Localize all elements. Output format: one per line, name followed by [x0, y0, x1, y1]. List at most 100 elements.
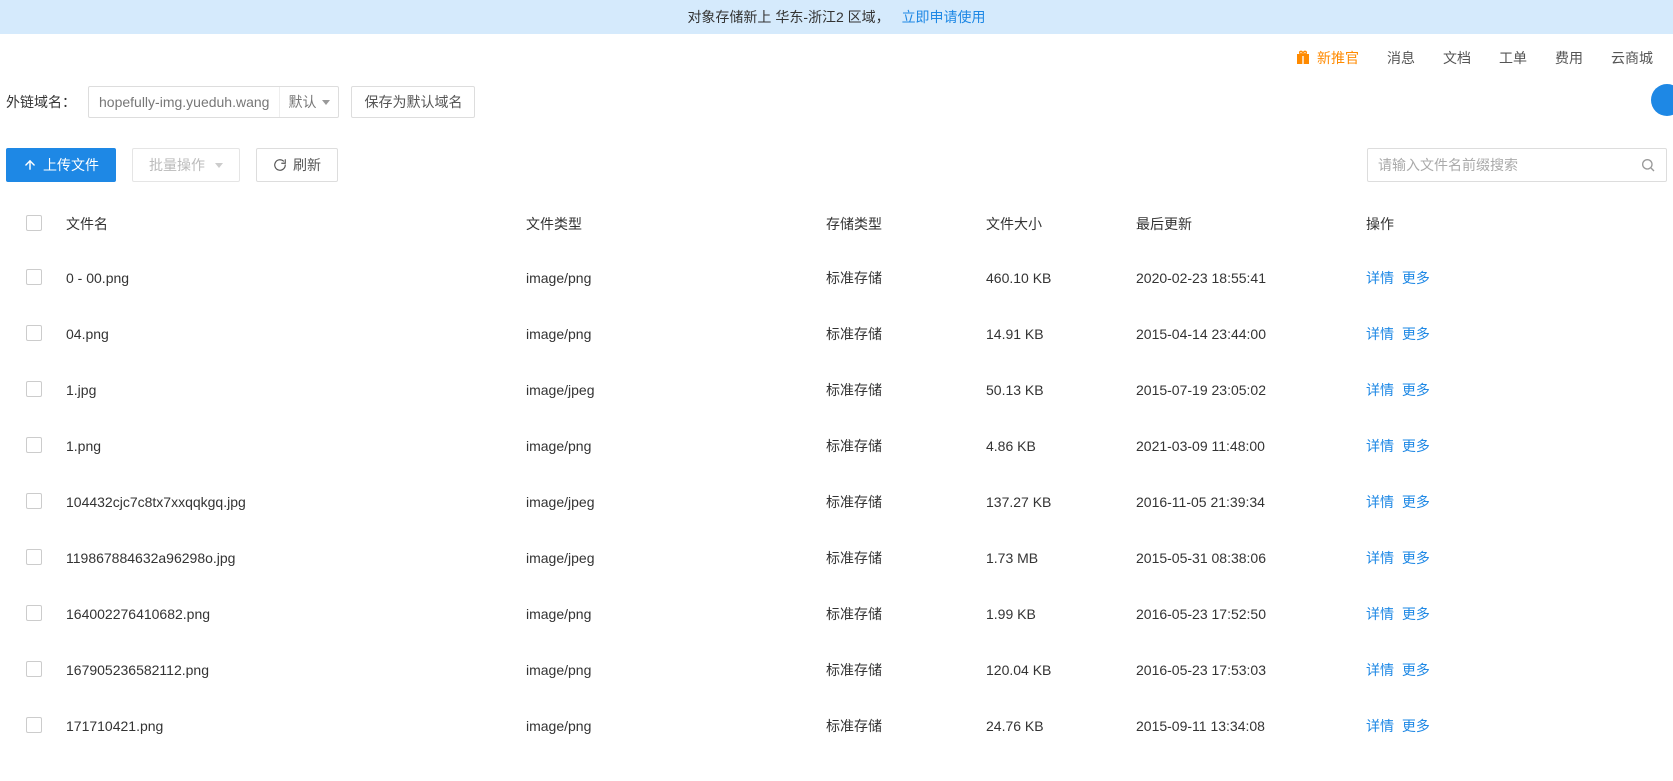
- detail-link[interactable]: 详情: [1366, 326, 1394, 342]
- table-row: 119867884632a96298o.jpgimage/jpeg标准存储1.7…: [6, 530, 1667, 586]
- banner-text: 对象存储新上 华东-浙江2 区域，: [687, 9, 889, 25]
- row-checkbox[interactable]: [26, 493, 42, 509]
- nav-promo-label: 新推官: [1317, 48, 1359, 68]
- cell-size: 24.76 KB: [986, 698, 1136, 754]
- row-checkbox[interactable]: [26, 661, 42, 677]
- row-checkbox[interactable]: [26, 605, 42, 621]
- cell-storage: 标准存储: [826, 698, 986, 754]
- more-link[interactable]: 更多: [1402, 270, 1430, 286]
- nav-item-billing[interactable]: 费用: [1555, 48, 1583, 68]
- cell-size: 14.91 KB: [986, 306, 1136, 362]
- domain-row: 外链域名： hopefully-img.yueduh.wang 默认 保存为默认…: [6, 82, 1667, 132]
- row-checkbox[interactable]: [26, 269, 42, 285]
- detail-link[interactable]: 详情: [1366, 718, 1394, 734]
- upload-icon: [23, 158, 37, 172]
- row-checkbox[interactable]: [26, 437, 42, 453]
- more-link[interactable]: 更多: [1402, 382, 1430, 398]
- detail-link[interactable]: 详情: [1366, 550, 1394, 566]
- batch-label: 批量操作: [149, 155, 205, 175]
- chevron-down-icon: [322, 100, 330, 105]
- cell-updated: 2015-05-31 08:38:06: [1136, 530, 1366, 586]
- domain-value: hopefully-img.yueduh.wang: [89, 94, 279, 110]
- detail-link[interactable]: 详情: [1366, 606, 1394, 622]
- upload-label: 上传文件: [43, 155, 99, 175]
- cell-size: 137.27 KB: [986, 474, 1136, 530]
- nav-item-messages[interactable]: 消息: [1387, 48, 1415, 68]
- domain-type-label: 默认: [288, 92, 316, 112]
- refresh-button[interactable]: 刷新: [256, 148, 338, 182]
- cell-size: 120.04 KB: [986, 642, 1136, 698]
- cell-name: 167905236582112.png: [66, 642, 526, 698]
- select-all-checkbox[interactable]: [26, 215, 42, 231]
- col-header-name: 文件名: [66, 198, 526, 250]
- batch-button[interactable]: 批量操作: [132, 148, 240, 182]
- cell-name: 164002276410682.png: [66, 586, 526, 642]
- col-header-type: 文件类型: [526, 198, 826, 250]
- save-default-button[interactable]: 保存为默认域名: [351, 86, 475, 118]
- cell-type: image/png: [526, 418, 826, 474]
- row-checkbox[interactable]: [26, 325, 42, 341]
- nav-item-marketplace[interactable]: 云商城: [1611, 48, 1653, 68]
- nav-item-docs[interactable]: 文档: [1443, 48, 1471, 68]
- cell-storage: 标准存储: [826, 474, 986, 530]
- banner-link[interactable]: 立即申请使用: [902, 9, 986, 25]
- detail-link[interactable]: 详情: [1366, 438, 1394, 454]
- col-header-ops: 操作: [1366, 198, 1667, 250]
- cell-storage: 标准存储: [826, 642, 986, 698]
- more-link[interactable]: 更多: [1402, 718, 1430, 734]
- domain-label: 外链域名：: [6, 92, 76, 112]
- refresh-icon: [273, 158, 287, 172]
- cell-type: image/jpeg: [526, 474, 826, 530]
- detail-link[interactable]: 详情: [1366, 662, 1394, 678]
- cell-size: 4.86 KB: [986, 418, 1136, 474]
- cell-type: image/png: [526, 586, 826, 642]
- table-row: 1.pngimage/png标准存储4.86 KB2021-03-09 11:4…: [6, 418, 1667, 474]
- upload-button[interactable]: 上传文件: [6, 148, 116, 182]
- cell-storage: 标准存储: [826, 530, 986, 586]
- more-link[interactable]: 更多: [1402, 606, 1430, 622]
- cell-updated: 2016-05-23 17:52:50: [1136, 586, 1366, 642]
- more-link[interactable]: 更多: [1402, 662, 1430, 678]
- search-input[interactable]: [1378, 157, 1640, 173]
- detail-link[interactable]: 详情: [1366, 494, 1394, 510]
- cell-type: image/png: [526, 306, 826, 362]
- search-box: [1367, 148, 1667, 182]
- more-link[interactable]: 更多: [1402, 438, 1430, 454]
- more-link[interactable]: 更多: [1402, 494, 1430, 510]
- detail-link[interactable]: 详情: [1366, 382, 1394, 398]
- cell-updated: 2015-09-11 13:34:08: [1136, 698, 1366, 754]
- top-nav: 新推官 消息 文档 工单 费用 云商城: [0, 34, 1673, 82]
- table-row: 171710421.pngimage/png标准存储24.76 KB2015-0…: [6, 698, 1667, 754]
- col-header-storage: 存储类型: [826, 198, 986, 250]
- domain-type-dropdown[interactable]: 默认: [279, 87, 338, 117]
- more-link[interactable]: 更多: [1402, 550, 1430, 566]
- cell-type: image/png: [526, 642, 826, 698]
- cell-size: 1.99 KB: [986, 586, 1136, 642]
- cell-updated: 2021-03-09 11:48:00: [1136, 418, 1366, 474]
- cell-name: 04.png: [66, 306, 526, 362]
- cell-updated: 2016-05-23 17:53:03: [1136, 642, 1366, 698]
- cell-size: 1.73 MB: [986, 530, 1136, 586]
- table-row: 1.jpgimage/jpeg标准存储50.13 KB2015-07-19 23…: [6, 362, 1667, 418]
- col-header-updated: 最后更新: [1136, 198, 1366, 250]
- row-checkbox[interactable]: [26, 717, 42, 733]
- search-icon[interactable]: [1640, 157, 1656, 173]
- cell-name: 1.jpg: [66, 362, 526, 418]
- cell-size: 50.13 KB: [986, 362, 1136, 418]
- row-checkbox[interactable]: [26, 549, 42, 565]
- cell-updated: 2015-04-14 23:44:00: [1136, 306, 1366, 362]
- file-table: 文件名 文件类型 存储类型 文件大小 最后更新 操作 0 - 00.pngima…: [6, 198, 1667, 754]
- nav-item-tickets[interactable]: 工单: [1499, 48, 1527, 68]
- nav-promo[interactable]: 新推官: [1295, 48, 1359, 68]
- cell-name: 0 - 00.png: [66, 250, 526, 306]
- row-checkbox[interactable]: [26, 381, 42, 397]
- cell-name: 104432cjc7c8tx7xxqqkgq.jpg: [66, 474, 526, 530]
- cell-storage: 标准存储: [826, 362, 986, 418]
- cell-updated: 2015-07-19 23:05:02: [1136, 362, 1366, 418]
- detail-link[interactable]: 详情: [1366, 270, 1394, 286]
- more-link[interactable]: 更多: [1402, 326, 1430, 342]
- cell-type: image/jpeg: [526, 362, 826, 418]
- col-header-size: 文件大小: [986, 198, 1136, 250]
- cell-type: image/png: [526, 698, 826, 754]
- domain-selector[interactable]: hopefully-img.yueduh.wang 默认: [88, 86, 339, 118]
